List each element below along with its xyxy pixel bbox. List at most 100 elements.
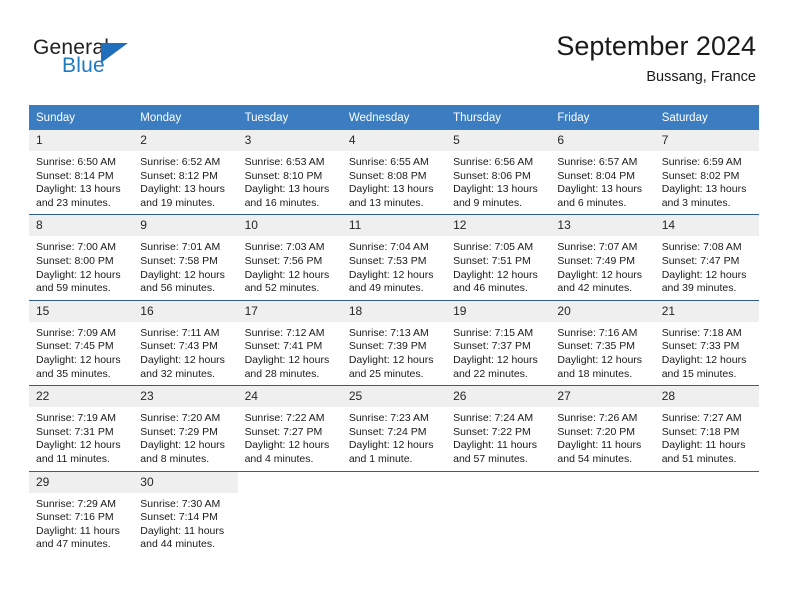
day-details: Sunrise: 7:01 AM Sunset: 7:58 PM Dayligh… bbox=[133, 236, 237, 299]
day-cell[interactable]: 27 Sunrise: 7:26 AM Sunset: 7:20 PM Dayl… bbox=[550, 385, 655, 471]
sunrise-text: Sunrise: 6:56 AM bbox=[453, 156, 534, 168]
day-cell[interactable]: 14 Sunrise: 7:08 AM Sunset: 7:47 PM Dayl… bbox=[654, 214, 759, 301]
daylight-text: Daylight: 12 hours and 4 minutes. bbox=[244, 439, 330, 465]
day-details: Sunrise: 7:07 AM Sunset: 7:49 PM Dayligh… bbox=[550, 236, 654, 299]
day-cell[interactable]: 11 Sunrise: 7:04 AM Sunset: 7:53 PM Dayl… bbox=[341, 214, 447, 301]
day-cell[interactable]: 1 Sunrise: 6:50 AM Sunset: 8:14 PM Dayli… bbox=[29, 130, 134, 215]
day-details: Sunrise: 7:13 AM Sunset: 7:39 PM Dayligh… bbox=[342, 322, 446, 385]
sunset-text: Sunset: 7:49 PM bbox=[557, 254, 636, 267]
daylight-text: Daylight: 11 hours and 51 minutes. bbox=[661, 439, 746, 465]
weekday-header-monday: Monday bbox=[133, 105, 238, 130]
sunrise-text: Sunrise: 7:04 AM bbox=[348, 241, 429, 254]
day-number: 24 bbox=[237, 386, 342, 408]
daylight-text: Daylight: 12 hours and 46 minutes. bbox=[453, 268, 538, 295]
day-number: 12 bbox=[446, 215, 551, 237]
day-cell-empty bbox=[654, 470, 759, 556]
day-details: Sunrise: 7:24 AM Sunset: 7:22 PM Dayligh… bbox=[446, 407, 550, 470]
sunset-text: Sunset: 8:00 PM bbox=[36, 254, 114, 267]
sunrise-text: Sunrise: 7:01 AM bbox=[140, 241, 221, 254]
daylight-text: Daylight: 12 hours and 15 minutes. bbox=[661, 353, 747, 380]
daylight-text: Daylight: 12 hours and 32 minutes. bbox=[140, 353, 225, 380]
title-block: September 2024 Bussang, France bbox=[556, 30, 756, 86]
sunrise-text: Sunrise: 6:59 AM bbox=[661, 156, 742, 168]
sunset-text: Sunset: 7:20 PM bbox=[557, 425, 636, 438]
daylight-text: Daylight: 11 hours and 57 minutes. bbox=[453, 439, 537, 465]
day-cell-empty bbox=[550, 470, 655, 556]
day-cell[interactable]: 17 Sunrise: 7:12 AM Sunset: 7:41 PM Dayl… bbox=[237, 299, 342, 386]
day-details: Sunrise: 7:11 AM Sunset: 7:43 PM Dayligh… bbox=[133, 322, 237, 385]
sunrise-text: Sunrise: 7:09 AM bbox=[36, 326, 116, 339]
day-details: Sunrise: 7:26 AM Sunset: 7:20 PM Dayligh… bbox=[550, 407, 654, 470]
daylight-text: Daylight: 12 hours and 18 minutes. bbox=[557, 353, 643, 380]
day-cell-empty bbox=[446, 470, 551, 556]
day-cell[interactable]: 23 Sunrise: 7:20 AM Sunset: 7:29 PM Dayl… bbox=[133, 385, 238, 471]
sunrise-text: Sunrise: 6:57 AM bbox=[557, 156, 638, 168]
day-cell[interactable]: 29 Sunrise: 7:29 AM Sunset: 7:16 PM Dayl… bbox=[29, 470, 134, 556]
day-cell[interactable]: 30 Sunrise: 7:30 AM Sunset: 7:14 PM Dayl… bbox=[133, 470, 238, 556]
day-cell[interactable]: 25 Sunrise: 7:23 AM Sunset: 7:24 PM Dayl… bbox=[341, 385, 447, 471]
day-cell[interactable]: 7 Sunrise: 6:59 AM Sunset: 8:02 PM Dayli… bbox=[654, 130, 759, 215]
daylight-text: Daylight: 13 hours and 6 minutes. bbox=[557, 183, 643, 209]
calendar-body: 1 Sunrise: 6:50 AM Sunset: 8:14 PM Dayli… bbox=[29, 130, 759, 556]
sunrise-text: Sunrise: 7:18 AM bbox=[661, 326, 742, 339]
day-cell[interactable]: 22 Sunrise: 7:19 AM Sunset: 7:31 PM Dayl… bbox=[29, 385, 134, 471]
day-cell[interactable]: 26 Sunrise: 7:24 AM Sunset: 7:22 PM Dayl… bbox=[446, 385, 551, 471]
daylight-text: Daylight: 12 hours and 28 minutes. bbox=[244, 353, 330, 380]
day-cell[interactable]: 2 Sunrise: 6:52 AM Sunset: 8:12 PM Dayli… bbox=[133, 130, 238, 215]
day-cell[interactable]: 8 Sunrise: 7:00 AM Sunset: 8:00 PM Dayli… bbox=[29, 214, 134, 301]
sunset-text: Sunset: 8:12 PM bbox=[140, 169, 218, 182]
day-cell[interactable]: 3 Sunrise: 6:53 AM Sunset: 8:10 PM Dayli… bbox=[237, 130, 342, 215]
weekday-header-wednesday: Wednesday bbox=[341, 105, 447, 130]
weekday-header-saturday: Saturday bbox=[654, 105, 759, 130]
day-cell-empty bbox=[237, 470, 342, 556]
day-cell[interactable]: 4 Sunrise: 6:55 AM Sunset: 8:08 PM Dayli… bbox=[341, 130, 447, 215]
day-cell[interactable]: 6 Sunrise: 6:57 AM Sunset: 8:04 PM Dayli… bbox=[550, 130, 655, 215]
weekday-header-friday: Friday bbox=[550, 105, 655, 130]
sunset-text: Sunset: 7:51 PM bbox=[453, 254, 531, 267]
day-number: 18 bbox=[341, 300, 447, 322]
sunrise-text: Sunrise: 7:19 AM bbox=[36, 412, 116, 425]
day-number: 1 bbox=[29, 130, 134, 151]
sunset-text: Sunset: 8:02 PM bbox=[661, 169, 740, 182]
daylight-text: Daylight: 13 hours and 9 minutes. bbox=[453, 183, 538, 209]
day-cell[interactable]: 12 Sunrise: 7:05 AM Sunset: 7:51 PM Dayl… bbox=[446, 214, 551, 301]
daylight-text: Daylight: 12 hours and 8 minutes. bbox=[140, 439, 225, 465]
day-cell[interactable]: 5 Sunrise: 6:56 AM Sunset: 8:06 PM Dayli… bbox=[446, 130, 551, 215]
sunset-text: Sunset: 8:08 PM bbox=[348, 169, 427, 182]
sunrise-text: Sunrise: 6:50 AM bbox=[36, 156, 116, 168]
day-cell[interactable]: 24 Sunrise: 7:22 AM Sunset: 7:27 PM Dayl… bbox=[237, 385, 342, 471]
daylight-text: Daylight: 13 hours and 19 minutes. bbox=[140, 183, 225, 209]
daylight-text: Daylight: 11 hours and 54 minutes. bbox=[557, 439, 642, 465]
sunset-text: Sunset: 7:35 PM bbox=[557, 340, 636, 353]
day-cell[interactable]: 18 Sunrise: 7:13 AM Sunset: 7:39 PM Dayl… bbox=[341, 299, 447, 386]
daylight-text: Daylight: 13 hours and 13 minutes. bbox=[348, 183, 434, 209]
day-number bbox=[654, 471, 759, 493]
day-cell[interactable]: 13 Sunrise: 7:07 AM Sunset: 7:49 PM Dayl… bbox=[550, 214, 655, 301]
sunrise-text: Sunrise: 7:20 AM bbox=[140, 412, 221, 425]
sunrise-text: Sunrise: 7:05 AM bbox=[453, 241, 534, 254]
day-cell[interactable]: 28 Sunrise: 7:27 AM Sunset: 7:18 PM Dayl… bbox=[654, 385, 759, 471]
sunrise-text: Sunrise: 7:24 AM bbox=[453, 412, 534, 425]
week-row: 15 Sunrise: 7:09 AM Sunset: 7:45 PM Dayl… bbox=[29, 299, 759, 386]
day-details: Sunrise: 7:27 AM Sunset: 7:18 PM Dayligh… bbox=[655, 407, 759, 470]
sunset-text: Sunset: 7:22 PM bbox=[453, 425, 531, 438]
day-details: Sunrise: 7:08 AM Sunset: 7:47 PM Dayligh… bbox=[655, 236, 759, 299]
daylight-text: Daylight: 12 hours and 11 minutes. bbox=[36, 439, 121, 465]
sunset-text: Sunset: 7:39 PM bbox=[348, 340, 427, 353]
day-number: 10 bbox=[237, 215, 342, 237]
day-details: Sunrise: 7:05 AM Sunset: 7:51 PM Dayligh… bbox=[446, 236, 550, 299]
day-number bbox=[237, 471, 342, 493]
day-cell[interactable]: 15 Sunrise: 7:09 AM Sunset: 7:45 PM Dayl… bbox=[29, 299, 134, 386]
day-cell[interactable]: 9 Sunrise: 7:01 AM Sunset: 7:58 PM Dayli… bbox=[133, 214, 238, 301]
day-details: Sunrise: 7:09 AM Sunset: 7:45 PM Dayligh… bbox=[29, 322, 133, 385]
day-cell[interactable]: 16 Sunrise: 7:11 AM Sunset: 7:43 PM Dayl… bbox=[133, 299, 238, 386]
day-cell[interactable]: 10 Sunrise: 7:03 AM Sunset: 7:56 PM Dayl… bbox=[237, 214, 342, 301]
day-number: 9 bbox=[133, 215, 238, 237]
sunrise-text: Sunrise: 6:53 AM bbox=[244, 156, 325, 168]
day-cell-empty bbox=[341, 470, 447, 556]
day-cell[interactable]: 19 Sunrise: 7:15 AM Sunset: 7:37 PM Dayl… bbox=[446, 299, 551, 386]
day-number: 6 bbox=[550, 130, 655, 151]
day-cell[interactable]: 21 Sunrise: 7:18 AM Sunset: 7:33 PM Dayl… bbox=[654, 299, 759, 386]
day-cell[interactable]: 20 Sunrise: 7:16 AM Sunset: 7:35 PM Dayl… bbox=[550, 299, 655, 386]
day-number: 19 bbox=[446, 300, 551, 322]
